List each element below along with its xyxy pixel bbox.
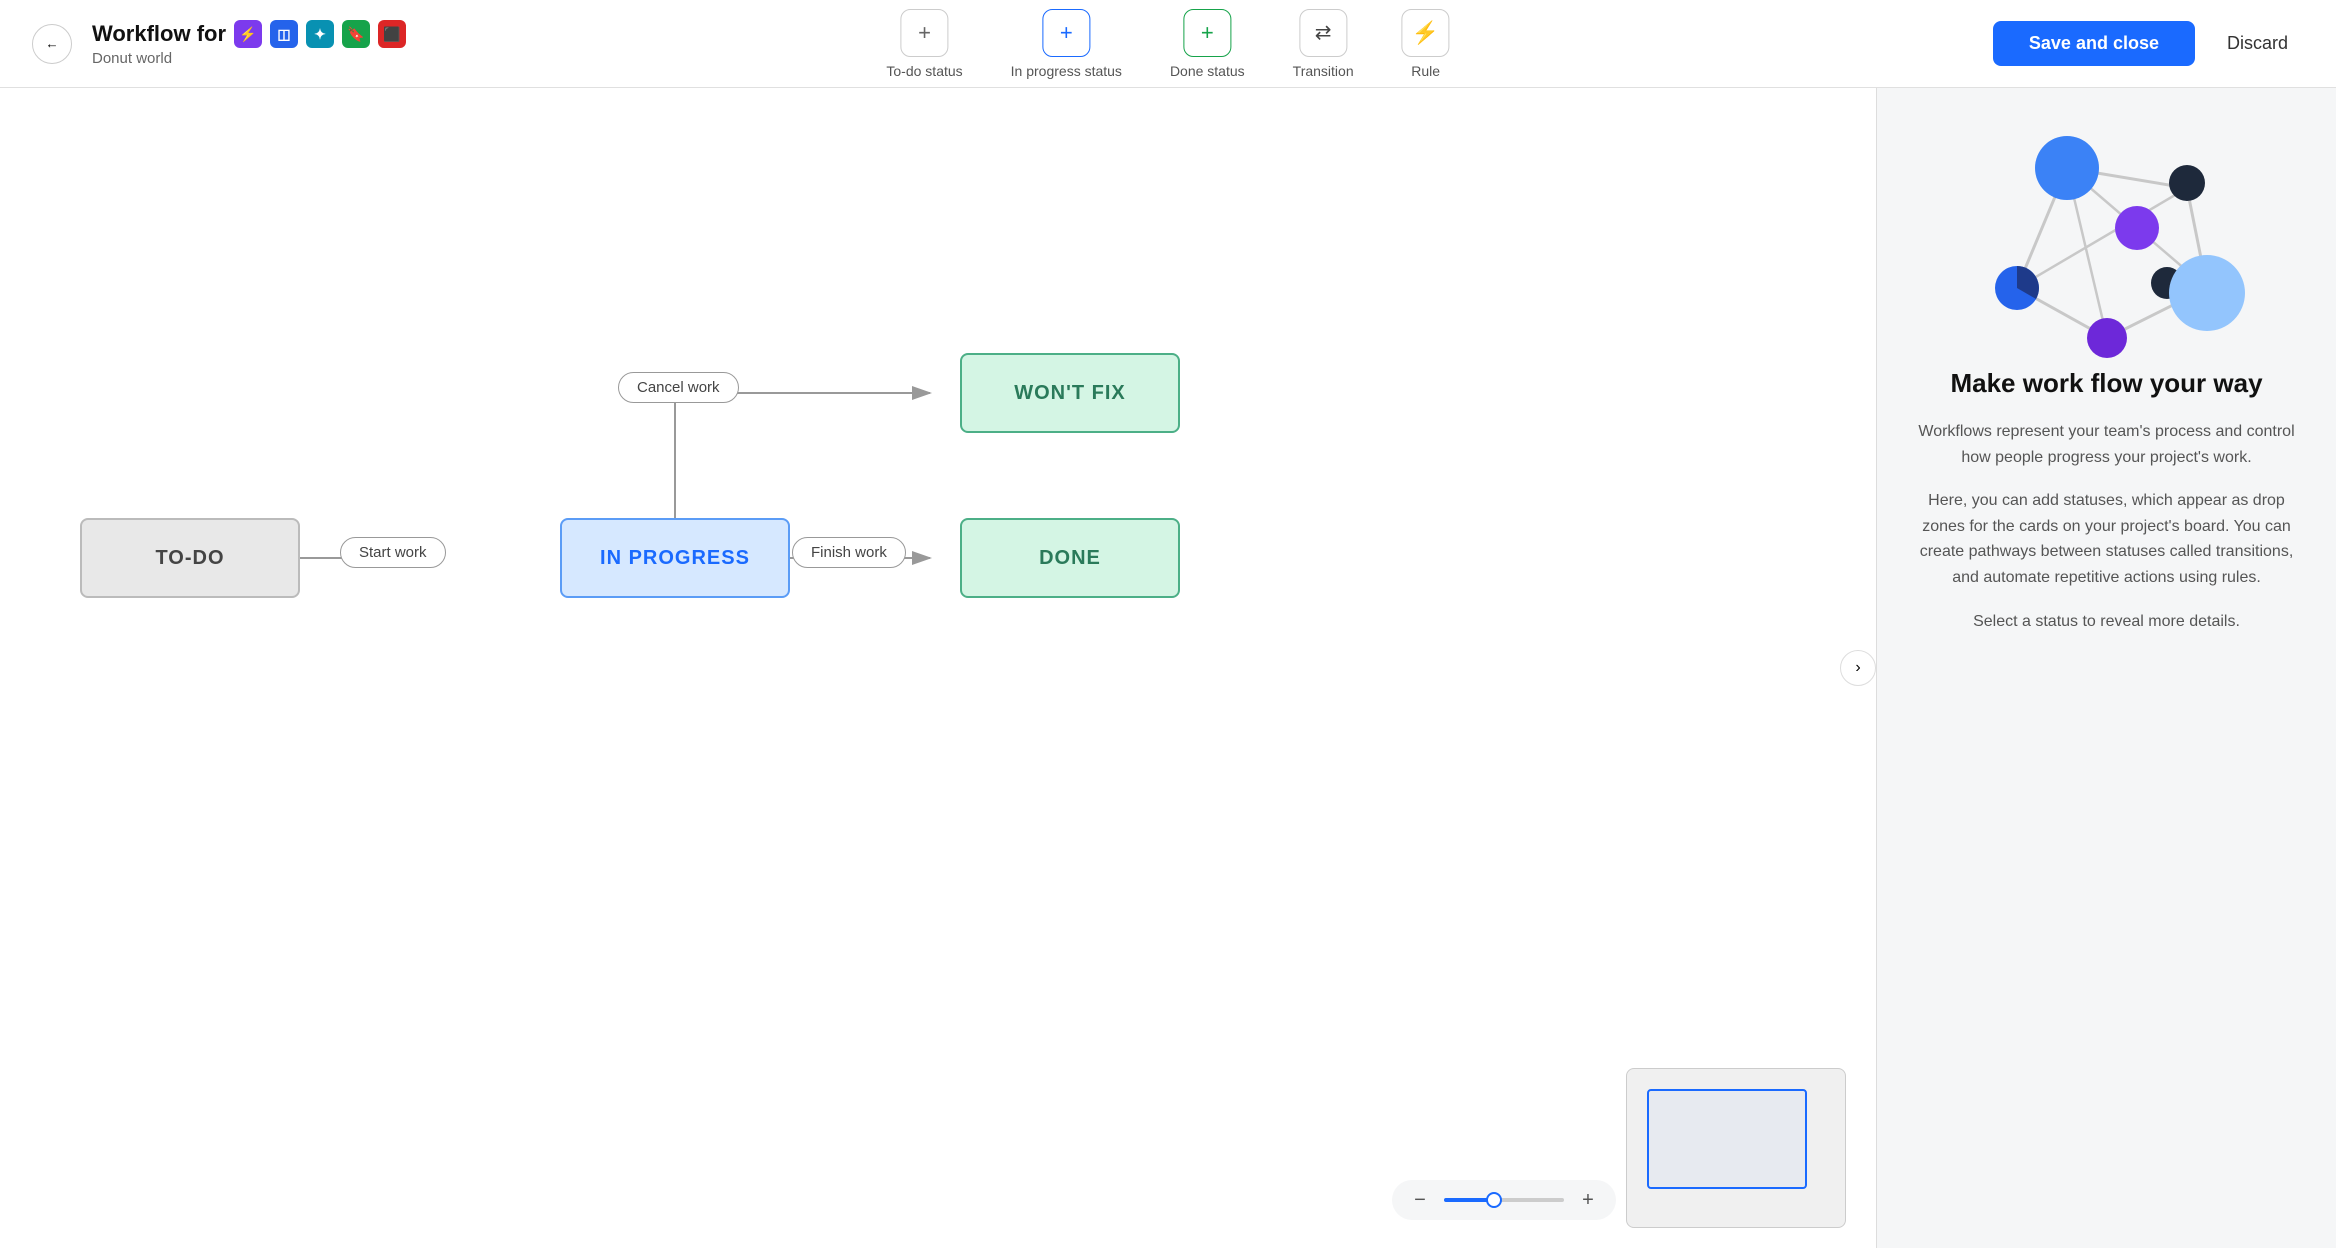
zoom-out-button[interactable]: −	[1406, 1186, 1434, 1214]
workflow-arrows	[0, 88, 1876, 1248]
workflow-canvas[interactable]: TO-DO IN PROGRESS DONE WON'T FIX Start w…	[0, 88, 1876, 1248]
rule-icon: ⚡	[1402, 9, 1450, 57]
inprogress-status-icon: +	[1042, 9, 1090, 57]
toolbar-item-transition[interactable]: ⇄ Transition	[1293, 9, 1354, 79]
done-status-icon: +	[1183, 9, 1231, 57]
header: ← Workflow for ⚡ ◫ ✦ 🔖 ⬛ Donut world + T…	[0, 0, 2336, 88]
node-inprogress[interactable]: IN PROGRESS	[560, 518, 790, 598]
title-block: Workflow for ⚡ ◫ ✦ 🔖 ⬛ Donut world	[92, 20, 406, 67]
title-text: Workflow for	[92, 21, 226, 47]
toolbar: + To-do status + In progress status + Do…	[886, 9, 1449, 79]
panel-description-2: Here, you can add statuses, which appear…	[1913, 488, 2300, 590]
grid-icon: ◫	[270, 20, 298, 48]
transition-start-work[interactable]: Start work	[340, 537, 446, 568]
toolbar-label-done: Done status	[1170, 63, 1245, 79]
minimap-viewport	[1647, 1089, 1807, 1189]
panel-description-3: Select a status to reveal more details.	[1973, 609, 2240, 635]
toolbar-item-done[interactable]: + Done status	[1170, 9, 1245, 79]
discard-button[interactable]: Discard	[2211, 21, 2304, 66]
workflow-illustration	[1967, 128, 2247, 368]
stop-icon: ⬛	[378, 20, 406, 48]
toolbar-item-rule[interactable]: ⚡ Rule	[1402, 9, 1450, 79]
toolbar-label-transition: Transition	[1293, 63, 1354, 79]
toolbar-label-inprogress: In progress status	[1011, 63, 1122, 79]
panel-description-1: Workflows represent your team's process …	[1913, 419, 2300, 470]
header-actions: Save and close Discard	[1993, 21, 2304, 66]
puzzle-icon: ✦	[306, 20, 334, 48]
subtitle: Donut world	[92, 50, 406, 67]
transition-icon: ⇄	[1299, 9, 1347, 57]
panel-title: Make work flow your way	[1950, 368, 2262, 399]
right-panel: Make work flow your way Workflows repres…	[1876, 88, 2336, 1248]
bolt-icon: ⚡	[234, 20, 262, 48]
toolbar-item-todo[interactable]: + To-do status	[886, 9, 962, 79]
transition-finish-work[interactable]: Finish work	[792, 537, 906, 568]
zoom-in-button[interactable]: +	[1574, 1186, 1602, 1214]
save-and-close-button[interactable]: Save and close	[1993, 21, 2195, 66]
main-layout: TO-DO IN PROGRESS DONE WON'T FIX Start w…	[0, 88, 2336, 1248]
back-button[interactable]: ←	[32, 24, 72, 64]
zoom-slider[interactable]	[1444, 1198, 1564, 1202]
node-todo[interactable]: TO-DO	[80, 518, 300, 598]
node-wontfix[interactable]: WON'T FIX	[960, 353, 1180, 433]
minimap	[1626, 1068, 1846, 1228]
transition-cancel-work[interactable]: Cancel work	[618, 372, 739, 403]
panel-toggle-button[interactable]: ›	[1840, 650, 1876, 686]
todo-status-icon: +	[901, 9, 949, 57]
node-done[interactable]: DONE	[960, 518, 1180, 598]
toolbar-label-rule: Rule	[1411, 63, 1440, 79]
zoom-controls: − +	[1392, 1180, 1616, 1220]
page-title: Workflow for ⚡ ◫ ✦ 🔖 ⬛	[92, 20, 406, 48]
toolbar-label-todo: To-do status	[886, 63, 962, 79]
toolbar-item-inprogress[interactable]: + In progress status	[1011, 9, 1122, 79]
bookmark-icon: 🔖	[342, 20, 370, 48]
